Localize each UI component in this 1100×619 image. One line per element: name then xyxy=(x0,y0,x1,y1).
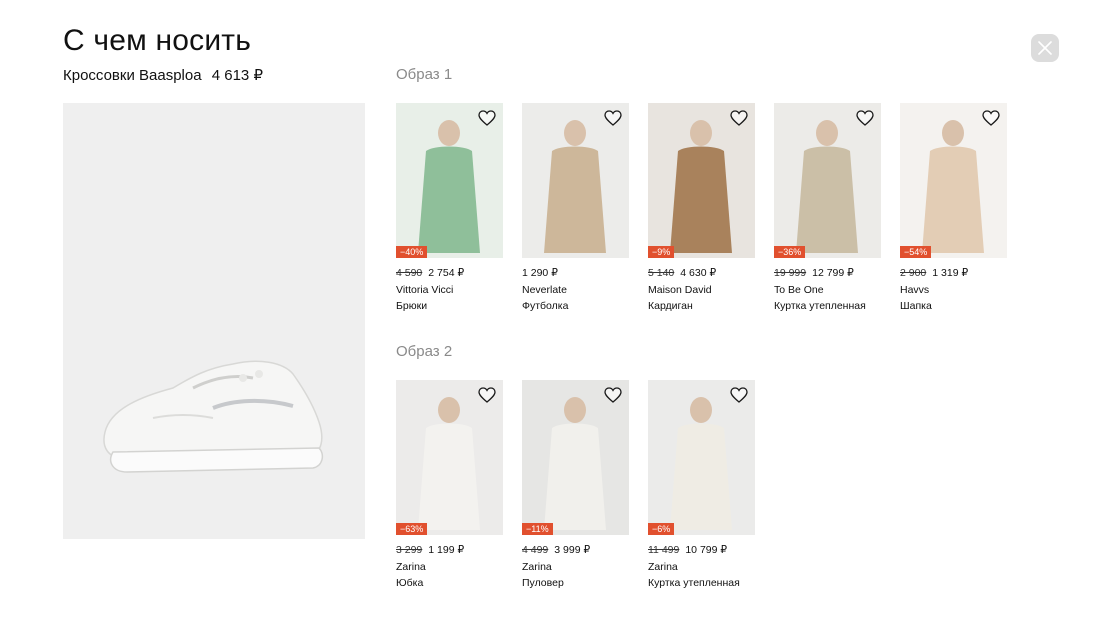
discount-badge: −11% xyxy=(522,523,553,535)
discount-badge: −36% xyxy=(774,246,806,258)
product-image[interactable]: −63% xyxy=(396,380,503,535)
heart-icon[interactable] xyxy=(982,110,1000,126)
product-card[interactable]: −63% 3 299 1 199 ₽ Zarina Юбка xyxy=(396,380,503,589)
old-price: 19 999 xyxy=(774,267,807,279)
product-brand[interactable]: Vittoria Vicci xyxy=(396,284,503,296)
old-price: 11 499 xyxy=(648,544,680,556)
product-image[interactable]: −6% xyxy=(648,380,755,535)
product-image[interactable]: −11% xyxy=(522,380,629,535)
product-brand[interactable]: Zarina xyxy=(648,561,755,573)
product-photo xyxy=(796,120,858,253)
heart-icon[interactable] xyxy=(604,110,622,126)
heart-icon[interactable] xyxy=(730,110,748,126)
price-row: 3 299 1 199 ₽ xyxy=(396,544,503,556)
product-photo xyxy=(544,397,606,530)
product-type: Куртка утепленная xyxy=(648,577,740,589)
close-icon xyxy=(1038,41,1052,55)
page-title: С чем носить xyxy=(63,24,252,57)
heart-icon[interactable] xyxy=(856,110,874,126)
current-price: 1 290 ₽ xyxy=(522,267,558,279)
old-price: 3 299 xyxy=(396,544,423,556)
product-photo xyxy=(670,120,732,253)
current-price: 4 630 ₽ xyxy=(680,267,717,279)
product-photo xyxy=(544,120,606,253)
product-brand[interactable]: Zarina xyxy=(522,561,629,573)
product-card[interactable]: 1 290 ₽ Neverlate Футболка xyxy=(522,103,629,312)
heart-icon[interactable] xyxy=(730,387,748,403)
price-row: 11 499 10 799 ₽ xyxy=(648,544,755,556)
product-card[interactable]: −6% 11 499 10 799 ₽ Zarina Куртка утепленная xyxy=(648,380,755,589)
product-photo xyxy=(922,120,984,253)
discount-badge: −9% xyxy=(648,246,675,258)
product-brand[interactable]: Neverlate xyxy=(522,284,629,296)
price-row: 1 290 ₽ xyxy=(522,267,629,279)
heart-icon[interactable] xyxy=(604,387,622,403)
product-card[interactable]: −40% 4 590 2 754 ₽ Vittoria Vicci Брюки xyxy=(396,103,503,312)
discount-badge: −54% xyxy=(900,246,932,258)
product-image[interactable]: −40% xyxy=(396,103,503,258)
product-type: Пуловер xyxy=(522,577,564,589)
product-type: Шапка xyxy=(900,300,932,312)
price-row: 4 499 3 999 ₽ xyxy=(522,544,629,556)
discount-badge: −6% xyxy=(648,523,675,535)
discount-badge: −40% xyxy=(396,246,428,258)
product-brand[interactable]: Zarina xyxy=(396,561,503,573)
product-card[interactable]: −54% 2 900 1 319 ₽ Havvs Шапка xyxy=(900,103,1007,312)
product-image[interactable]: −9% xyxy=(648,103,755,258)
sneaker-image xyxy=(103,360,324,473)
discount-badge: −63% xyxy=(396,523,428,535)
product-type: Куртка утепленная xyxy=(774,300,866,312)
old-price: 2 900 xyxy=(900,267,927,279)
product-name: Кроссовки Baasploa xyxy=(63,67,202,84)
current-price: 2 754 ₽ xyxy=(428,267,465,279)
product-line: Кроссовки Baasploa 4 613 ₽ xyxy=(63,66,263,84)
product-brand[interactable]: Maison David xyxy=(648,284,755,296)
product-brand[interactable]: Havvs xyxy=(900,284,1007,296)
product-image[interactable]: −36% xyxy=(774,103,881,258)
look-2-items: −63% 3 299 1 199 ₽ Zarina Юбка −11% 4 499 3 999… xyxy=(396,380,755,589)
product-image[interactable]: −54% xyxy=(900,103,1007,258)
look-2-title: Образ 2 xyxy=(396,343,453,360)
price-row: 4 590 2 754 ₽ xyxy=(396,267,503,279)
product-price: 4 613 ₽ xyxy=(211,67,263,84)
close-button[interactable] xyxy=(1031,34,1059,62)
price-row: 19 999 12 799 ₽ xyxy=(774,267,881,279)
current-price: 3 999 ₽ xyxy=(554,544,591,556)
old-price: 4 590 xyxy=(396,267,423,279)
product-photo xyxy=(670,397,732,530)
heart-icon[interactable] xyxy=(478,110,496,126)
product-type: Кардиган xyxy=(648,300,693,312)
price-row: 5 140 4 630 ₽ xyxy=(648,267,755,279)
current-price: 1 319 ₽ xyxy=(932,267,969,279)
product-image[interactable] xyxy=(522,103,629,258)
product-brand[interactable]: To Be One xyxy=(774,284,881,296)
product-photo xyxy=(418,120,480,253)
price-row: 2 900 1 319 ₽ xyxy=(900,267,1007,279)
look-1-items: −40% 4 590 2 754 ₽ Vittoria Vicci Брюки 1 290… xyxy=(396,103,1007,312)
current-price: 10 799 ₽ xyxy=(685,544,728,556)
product-card[interactable]: −11% 4 499 3 999 ₽ Zarina Пуловер xyxy=(522,380,629,589)
outfit-modal: С чем носить Кроссовки Baasploa 4 613 ₽ … xyxy=(0,0,1100,619)
product-type: Брюки xyxy=(396,300,428,312)
product-card[interactable]: −36% 19 999 12 799 ₽ To Be One Куртка утепле… xyxy=(774,103,881,312)
current-price: 1 199 ₽ xyxy=(428,544,465,556)
product-main-image xyxy=(63,103,365,539)
product-card[interactable]: −9% 5 140 4 630 ₽ Maison David Кардиган xyxy=(648,103,755,312)
old-price: 5 140 xyxy=(648,267,675,279)
product-photo xyxy=(418,397,480,530)
old-price: 4 499 xyxy=(522,544,549,556)
product-type: Футболка xyxy=(522,300,569,312)
current-price: 12 799 ₽ xyxy=(812,267,854,279)
heart-icon[interactable] xyxy=(478,387,496,403)
look-1-title: Образ 1 xyxy=(396,66,453,83)
product-type: Юбка xyxy=(396,577,424,589)
